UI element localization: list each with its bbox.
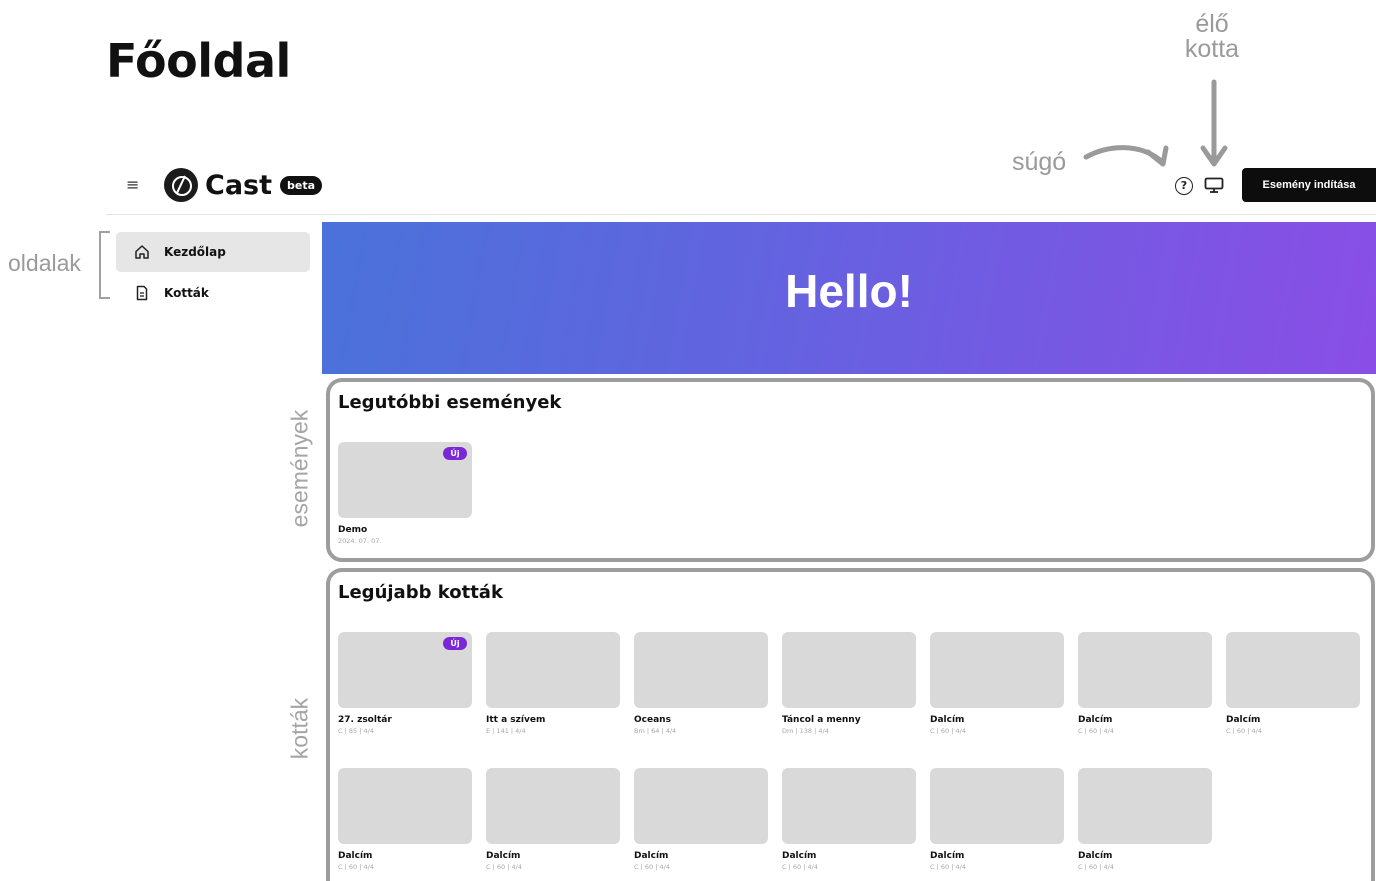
score-meta: C | 60 | 4/4 xyxy=(1078,863,1114,871)
score-thumbnail xyxy=(1226,632,1360,708)
home-icon xyxy=(135,245,149,259)
score-card[interactable]: Dalcím C | 60 | 4/4 xyxy=(634,768,768,871)
annotation-scores: kották xyxy=(286,697,313,760)
sidebar-item-label: Kezdőlap xyxy=(164,245,226,259)
score-title: Itt a szívem xyxy=(486,715,546,725)
score-meta: C | 60 | 4/4 xyxy=(930,727,966,735)
score-card[interactable]: Dalcím C | 60 | 4/4 xyxy=(930,768,1064,871)
score-card[interactable]: Itt a szívem E | 141 | 4/4 xyxy=(486,632,620,735)
recent-events-section: Legutóbbi események Új Demo 2024. 07. 07… xyxy=(326,378,1375,562)
page-title: Főoldal xyxy=(106,34,291,88)
score-thumbnail xyxy=(930,632,1064,708)
app-name: Cast xyxy=(205,169,273,201)
score-title: Dalcím xyxy=(930,715,965,725)
hero-greeting: Hello! xyxy=(785,265,913,317)
sidebar: Kezdőlap Kották xyxy=(116,232,310,313)
score-meta: Bm | 64 | 4/4 xyxy=(634,727,677,735)
score-title: Dalcím xyxy=(1226,715,1261,725)
score-meta: Dm | 138 | 4/4 xyxy=(782,727,829,735)
score-thumbnail xyxy=(1078,632,1212,708)
annotation-live-score: élő kotta xyxy=(1184,10,1240,63)
score-title: Dalcím xyxy=(634,851,669,861)
annotation-help: súgó xyxy=(1012,148,1067,176)
score-card[interactable]: Táncol a menny Dm | 138 | 4/4 xyxy=(782,632,916,735)
new-badge: Új xyxy=(443,447,467,460)
score-card[interactable]: Új 27. zsoltár C | 85 | 4/4 xyxy=(338,632,472,735)
event-date: 2024. 07. 07. xyxy=(338,537,382,545)
event-title: Demo xyxy=(338,525,368,535)
score-card[interactable]: Dalcím C | 60 | 4/4 xyxy=(1226,632,1360,735)
score-thumbnail xyxy=(486,768,620,844)
score-meta: C | 60 | 4/4 xyxy=(782,863,818,871)
score-title: Táncol a menny xyxy=(782,715,861,725)
score-meta: C | 60 | 4/4 xyxy=(1078,727,1114,735)
score-title: Oceans xyxy=(634,715,671,725)
new-badge: Új xyxy=(443,637,467,650)
annotation-events: események xyxy=(286,409,313,528)
score-thumbnail xyxy=(486,632,620,708)
score-meta: C | 60 | 4/4 xyxy=(634,863,670,871)
score-title: Dalcím xyxy=(930,851,965,861)
header-divider xyxy=(106,214,1376,215)
section-title: Legutóbbi események xyxy=(338,392,562,413)
score-meta: E | 141 | 4/4 xyxy=(486,727,526,735)
sidebar-item-label: Kották xyxy=(164,286,209,300)
score-meta: C | 60 | 4/4 xyxy=(486,863,522,871)
score-thumbnail: Új xyxy=(338,632,472,708)
score-meta: C | 60 | 4/4 xyxy=(930,863,966,871)
score-card[interactable]: Dalcím C | 60 | 4/4 xyxy=(782,768,916,871)
hamburger-menu-icon[interactable]: ≡ xyxy=(126,176,140,194)
live-score-icon[interactable] xyxy=(1204,177,1224,194)
score-card[interactable]: Oceans Bm | 64 | 4/4 xyxy=(634,632,768,735)
section-title: Legújabb kották xyxy=(338,582,503,603)
start-event-button[interactable]: Esemény indítása xyxy=(1242,168,1376,202)
app-logo[interactable]: Cast beta xyxy=(164,168,323,202)
score-thumbnail xyxy=(634,768,768,844)
event-thumbnail: Új xyxy=(338,442,472,518)
score-title: Dalcím xyxy=(1078,715,1113,725)
score-card[interactable]: Dalcím C | 60 | 4/4 xyxy=(1078,632,1212,735)
score-title: Dalcím xyxy=(782,851,817,861)
score-card[interactable]: Dalcím C | 60 | 4/4 xyxy=(930,632,1064,735)
score-card[interactable]: Dalcím C | 60 | 4/4 xyxy=(1078,768,1212,871)
score-meta: C | 85 | 4/4 xyxy=(338,727,374,735)
annotation-pages: oldalak xyxy=(8,250,81,276)
score-thumbnail xyxy=(782,768,916,844)
sidebar-item-home[interactable]: Kezdőlap xyxy=(116,232,310,272)
cast-logo-icon xyxy=(164,168,198,202)
event-card[interactable]: Új Demo 2024. 07. 07. xyxy=(338,442,472,545)
hero-banner: Hello! xyxy=(322,222,1376,374)
help-icon[interactable]: ? xyxy=(1175,177,1193,195)
score-title: Dalcím xyxy=(1078,851,1113,861)
score-thumbnail xyxy=(634,632,768,708)
document-icon xyxy=(136,285,148,301)
score-meta: C | 60 | 4/4 xyxy=(1226,727,1262,735)
score-card[interactable]: Dalcím C | 60 | 4/4 xyxy=(486,768,620,871)
score-title: Dalcím xyxy=(486,851,521,861)
score-card[interactable]: Dalcím C | 60 | 4/4 xyxy=(338,768,472,871)
score-thumbnail xyxy=(782,632,916,708)
score-thumbnail xyxy=(930,768,1064,844)
score-title: 27. zsoltár xyxy=(338,715,392,725)
score-title: Dalcím xyxy=(338,851,373,861)
score-thumbnail xyxy=(1078,768,1212,844)
score-meta: C | 60 | 4/4 xyxy=(338,863,374,871)
latest-scores-section: Legújabb kották Új 27. zsoltár C | 85 | … xyxy=(326,568,1375,881)
sidebar-item-scores[interactable]: Kották xyxy=(116,273,310,313)
beta-badge: beta xyxy=(280,175,323,195)
score-thumbnail xyxy=(338,768,472,844)
